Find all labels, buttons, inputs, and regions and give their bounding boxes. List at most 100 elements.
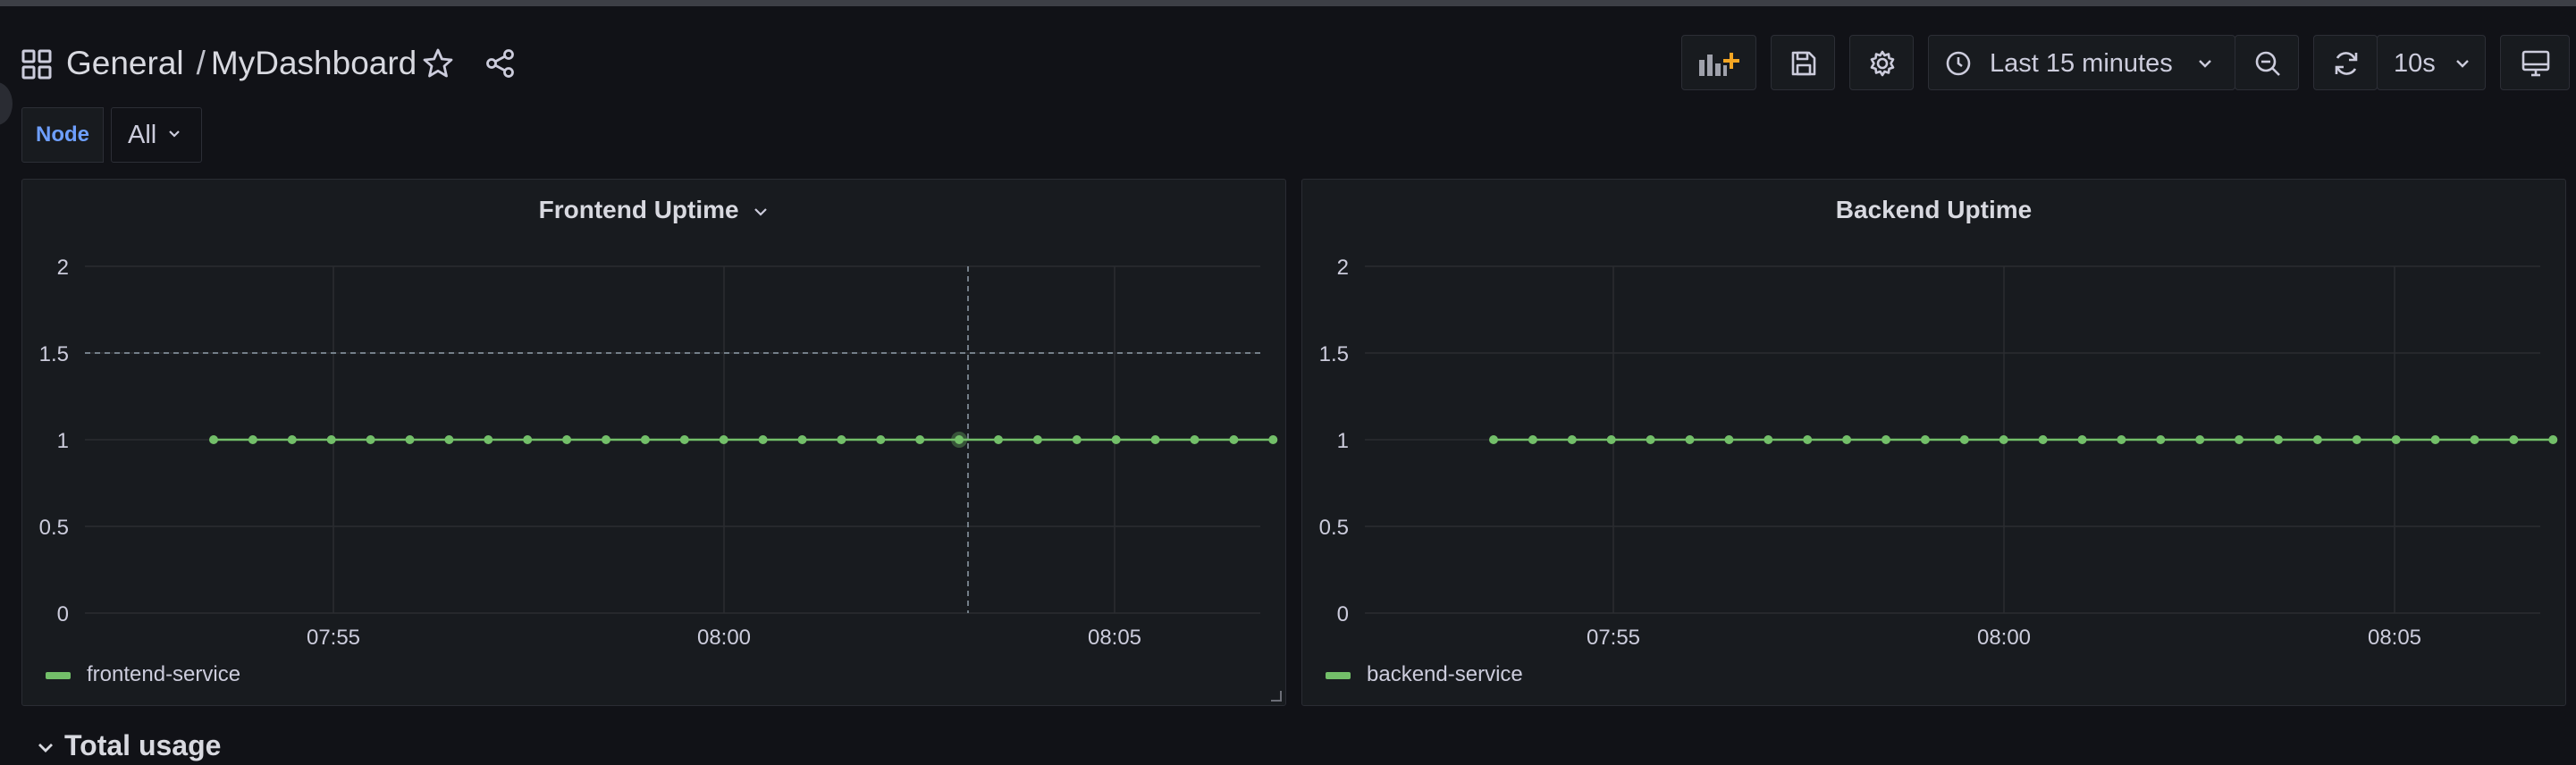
data-point (915, 435, 925, 444)
legend-item-backend[interactable]: backend-service (1326, 659, 1523, 691)
breadcrumb: General / MyDashboard (66, 40, 417, 87)
row-title-text: Total usage (64, 729, 222, 761)
y-tick-label: 0.5 (39, 516, 69, 540)
y-tick-label: 2 (57, 256, 69, 280)
data-point (1920, 435, 1930, 444)
panel-frontend-uptime[interactable]: Frontend Uptime 0 0.5 1 1.5 2 07:55 08:00 08:05… (21, 179, 1286, 706)
data-point (758, 435, 768, 444)
tv-mode-button[interactable] (2500, 35, 2570, 90)
x-tick-label: 07:55 (307, 626, 360, 650)
legend-swatch (1326, 671, 1351, 679)
data-point (287, 435, 297, 444)
data-point (2195, 435, 2205, 444)
variable-select-node[interactable]: All (111, 107, 202, 163)
add-panel-button[interactable] (1681, 35, 1756, 90)
chevron-down-icon (169, 130, 180, 138)
y-tick-label: 0 (57, 602, 69, 626)
star-icon[interactable] (422, 47, 454, 80)
data-point (2156, 435, 2166, 444)
top-border (0, 0, 2576, 6)
data-point (1489, 435, 1498, 444)
tv-mode-icon (2521, 50, 2550, 77)
y-tick-label: 0 (1337, 602, 1349, 626)
row-header-total-usage[interactable]: Total usage (36, 726, 221, 765)
time-range-picker[interactable]: Last 15 minutes (1928, 35, 2235, 90)
clock-icon (1946, 51, 1971, 76)
y-tick-label: 1.5 (39, 342, 69, 366)
data-point (1190, 435, 1200, 444)
data-point (562, 435, 572, 444)
data-point (2235, 435, 2244, 444)
refresh-interval-label: 10s (2394, 49, 2436, 78)
x-tick-label: 08:05 (2368, 626, 2421, 650)
chevron-down-icon (2456, 60, 2469, 68)
data-point (1567, 435, 1577, 444)
save-dashboard-button[interactable] (1771, 35, 1835, 90)
panel-backend-uptime[interactable]: Backend Uptime 0 0.5 1 1.5 2 07:55 08:00 08:05 … (1301, 179, 2566, 706)
share-icon[interactable] (484, 47, 517, 80)
data-point (719, 435, 728, 444)
data-point (326, 435, 336, 444)
backend-uptime-chart[interactable]: 0 0.5 1 1.5 2 07:55 08:00 08:05 (1302, 180, 2567, 707)
data-point (2038, 435, 2048, 444)
data-point (484, 435, 493, 444)
data-point (1606, 435, 1616, 444)
data-point (1803, 435, 1813, 444)
data-point (366, 435, 375, 444)
zoom-out-icon (2255, 51, 2280, 76)
x-tick-label: 08:05 (1088, 626, 1141, 650)
save-icon (1791, 51, 1816, 76)
data-point (1842, 435, 1852, 444)
data-point (2430, 435, 2440, 444)
data-point (994, 435, 1003, 444)
data-point (1072, 435, 1082, 444)
data-point (2274, 435, 2283, 444)
refresh-button[interactable] (2313, 35, 2378, 90)
breadcrumb-separator: / (196, 45, 206, 81)
data-point (1959, 435, 1969, 444)
y-tick-label: 0.5 (1319, 516, 1349, 540)
y-tick-label: 1 (1337, 429, 1349, 453)
zoom-out-button[interactable] (2235, 35, 2299, 90)
x-tick-label: 08:00 (1977, 626, 2031, 650)
dashboard-grid-icon[interactable] (21, 49, 52, 80)
data-point (1032, 435, 1042, 444)
data-point (2548, 435, 2558, 444)
legend-item-frontend[interactable]: frontend-service (46, 659, 240, 691)
time-range-label: Last 15 minutes (1990, 49, 2173, 78)
frontend-uptime-chart[interactable]: 0 0.5 1 1.5 2 07:55 08:00 08:05 (22, 180, 1287, 707)
data-point (1764, 435, 1773, 444)
data-point (1685, 435, 1695, 444)
x-tick-label: 08:00 (697, 626, 751, 650)
legend-label: frontend-service (87, 662, 241, 686)
variable-value: All (128, 121, 157, 149)
data-point (1724, 435, 1734, 444)
data-point (602, 435, 610, 444)
dashboard-header: General / MyDashboard Last 15 minutes 10… (0, 6, 2576, 106)
data-point (405, 435, 415, 444)
data-point (1150, 435, 1160, 444)
data-point (444, 435, 454, 444)
y-tick-label: 2 (1337, 256, 1349, 280)
data-point (523, 435, 533, 444)
refresh-icon (2335, 52, 2358, 75)
data-point (2391, 435, 2401, 444)
data-point (248, 435, 257, 444)
data-point (1111, 435, 1121, 444)
data-point (1646, 435, 1655, 444)
data-point (2312, 435, 2322, 444)
data-point (876, 435, 886, 444)
data-point (640, 435, 650, 444)
add-panel-icon (1699, 53, 1739, 76)
breadcrumb-folder[interactable]: General (66, 45, 184, 81)
x-tick-label: 07:55 (1587, 626, 1640, 650)
legend-label: backend-service (1367, 662, 1523, 686)
y-tick-label: 1 (57, 429, 69, 453)
refresh-interval-picker[interactable]: 10s (2377, 35, 2486, 90)
variable-label-node: Node (21, 107, 104, 163)
data-point (797, 435, 807, 444)
y-tick-label: 1.5 (1319, 342, 1349, 366)
panel-resize-handle[interactable] (1271, 691, 1282, 702)
dashboard-settings-button[interactable] (1849, 35, 1914, 90)
breadcrumb-dashboard[interactable]: MyDashboard (211, 45, 417, 81)
